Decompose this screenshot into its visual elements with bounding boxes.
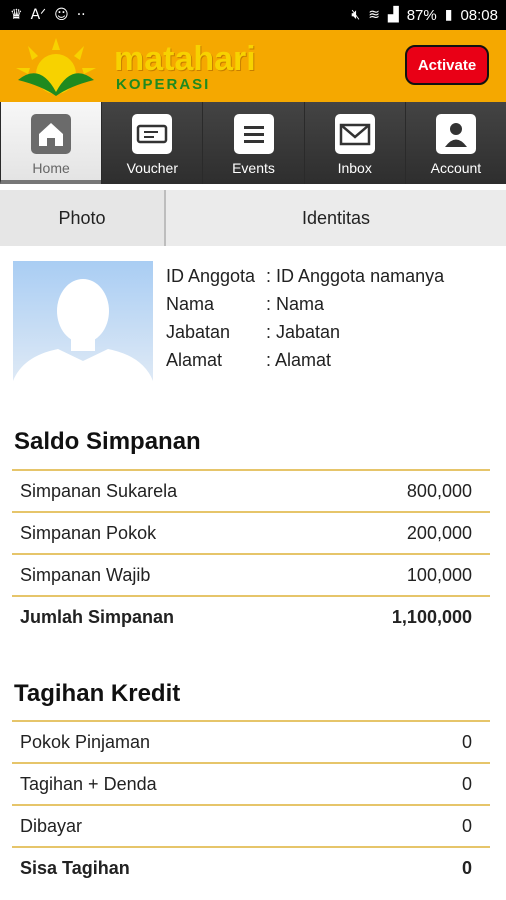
nav-events[interactable]: Events: [202, 102, 304, 184]
profile-label: Alamat: [166, 350, 223, 370]
profile-label: ID Anggota: [166, 266, 256, 286]
nav-voucher[interactable]: Voucher: [101, 102, 203, 184]
logo-subtitle: KOPERASI: [116, 76, 211, 93]
tagihan-table: Pokok Pinjaman 0 Tagihan + Denda 0 Dibay…: [12, 720, 490, 888]
logo: matahari KOPERASI: [10, 34, 290, 98]
row-label: Simpanan Wajib: [20, 564, 151, 585]
nav-label: Inbox: [337, 160, 372, 176]
cat-icon: ☺: [54, 7, 69, 23]
wifi-icon: ≋: [368, 7, 380, 23]
crown-icon: ♛: [10, 7, 23, 23]
row-value: 0: [461, 731, 472, 752]
font-icon: Aᐟ: [30, 7, 47, 23]
saldo-table: Simpanan Sukarela 800,000 Simpanan Pokok…: [12, 469, 490, 637]
profile-row: Jabatan : Jabatan: [166, 318, 444, 346]
row-value: 1,100,000: [391, 606, 472, 627]
app-header: matahari KOPERASI Activate: [0, 30, 506, 102]
battery-percent: 87%: [406, 6, 437, 24]
signal-icon: ▟: [387, 7, 399, 23]
table-row: Tagihan + Denda 0: [12, 762, 490, 804]
battery-icon: ▮: [444, 7, 453, 23]
status-left: ♛ Aᐟ ☺ ··: [10, 7, 86, 23]
nav-label: Account: [430, 160, 482, 176]
more-dots-icon: ··: [76, 7, 86, 23]
nav-home[interactable]: Home: [0, 102, 102, 184]
row-value: 0: [461, 773, 472, 794]
status-bar: ♛ Aᐟ ☺ ·· 🔇︎ ≋ ▟ 87% ▮ 08:08: [0, 0, 506, 30]
nav-inbox[interactable]: Inbox: [303, 102, 405, 184]
profile-value: : Alamat: [266, 350, 332, 370]
row-value: 800,000: [406, 480, 472, 501]
nav-label: Events: [232, 160, 275, 176]
table-row: Simpanan Sukarela 800,000: [12, 469, 490, 511]
table-row: Pokok Pinjaman 0: [12, 720, 490, 762]
avatar: [13, 261, 153, 401]
row-value: 100,000: [406, 564, 472, 585]
profile-tabs: Photo Identitas: [0, 190, 506, 246]
profile-row: Alamat : Alamat: [166, 346, 444, 374]
profile-label: Nama: [166, 294, 215, 314]
row-value: 0: [461, 857, 472, 878]
profile-row: Nama : Nama: [166, 290, 444, 318]
ticket-icon: [132, 114, 173, 154]
avatar-placeholder-icon: [13, 261, 153, 401]
row-value: 0: [461, 815, 472, 836]
profile-label: Jabatan: [166, 322, 231, 342]
profile-value: : Nama: [266, 294, 325, 314]
logo-title: matahari: [114, 40, 256, 78]
section-title-tagihan: Tagihan Kredit: [14, 680, 181, 707]
status-right: 🔇︎ ≋ ▟ 87% ▮ 08:08: [351, 7, 498, 24]
mail-icon: [334, 114, 375, 154]
clock: 08:08: [460, 6, 498, 24]
profile-value: : ID Anggota namanya: [266, 266, 445, 286]
section-title-saldo: Saldo Simpanan: [14, 428, 201, 455]
nav-label: Home: [32, 160, 70, 176]
table-row: Simpanan Pokok 200,000: [12, 511, 490, 553]
sun-logo-icon: [16, 38, 96, 96]
row-label: Tagihan + Denda: [20, 773, 157, 794]
tab-photo[interactable]: Photo: [0, 190, 166, 246]
profile-info: ID Anggota : ID Anggota namanya Nama : N…: [166, 262, 444, 374]
table-row: Simpanan Wajib 100,000: [12, 553, 490, 595]
tab-identitas[interactable]: Identitas: [166, 190, 506, 246]
row-label: Simpanan Pokok: [20, 522, 157, 543]
row-label: Sisa Tagihan: [20, 857, 130, 878]
row-label: Pokok Pinjaman: [20, 731, 151, 752]
activate-button[interactable]: Activate: [405, 45, 489, 85]
user-icon: [435, 114, 476, 154]
table-row: Dibayar 0: [12, 804, 490, 846]
row-label: Simpanan Sukarela: [20, 480, 178, 501]
table-row-total: Jumlah Simpanan 1,100,000: [12, 595, 490, 637]
row-label: Dibayar: [20, 815, 83, 836]
profile-value: : Jabatan: [266, 322, 341, 342]
nav-account[interactable]: Account: [404, 102, 506, 184]
row-value: 200,000: [406, 522, 472, 543]
home-icon: [31, 114, 72, 154]
profile-row: ID Anggota : ID Anggota namanya: [166, 262, 444, 290]
mute-icon: 🔇︎: [351, 7, 361, 23]
main-nav: Home Voucher Events Inbox Account: [0, 102, 506, 184]
nav-label: Voucher: [126, 160, 178, 176]
list-icon: [233, 114, 274, 154]
row-label: Jumlah Simpanan: [20, 606, 175, 627]
table-row-total: Sisa Tagihan 0: [12, 846, 490, 888]
